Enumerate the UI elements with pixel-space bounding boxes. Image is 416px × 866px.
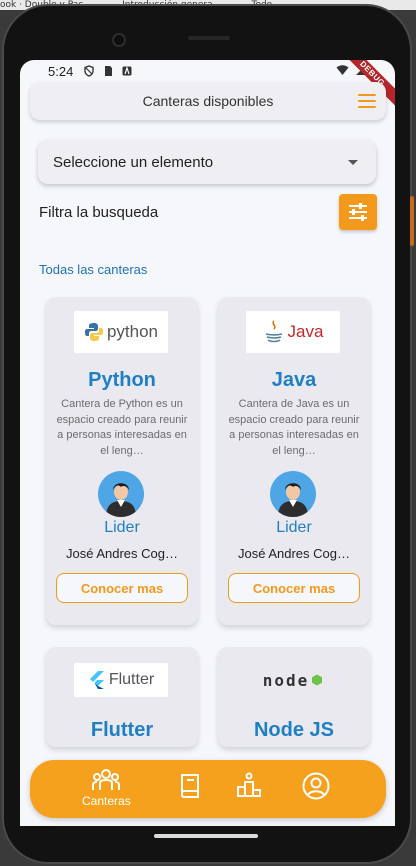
- leader-avatar: [98, 471, 144, 517]
- sim-card-icon: [105, 66, 113, 76]
- cantera-card-flutter[interactable]: Flutter Flutter: [46, 647, 198, 747]
- node-hexagon-icon: [312, 674, 323, 686]
- bottom-navigation-bar: Canteras: [30, 760, 386, 818]
- person-avatar-icon: [106, 483, 136, 517]
- filter-label: Filtra la busqueda: [39, 204, 159, 221]
- python-logo-text: python: [106, 322, 159, 341]
- nav-item-canteras[interactable]: Canteras: [82, 768, 131, 808]
- python-logo: python: [74, 311, 168, 353]
- java-logo-text: Java: [287, 322, 324, 341]
- caret-down-icon: [348, 160, 358, 165]
- group-icon: [92, 769, 121, 790]
- nav-item-ranking[interactable]: [236, 772, 262, 798]
- nav-label: Canteras: [82, 794, 131, 808]
- dropdown-placeholder: Seleccione un elemento: [53, 153, 214, 171]
- filter-button[interactable]: [339, 194, 377, 230]
- nav-item-profile[interactable]: [302, 772, 330, 800]
- cantera-card-nodejs[interactable]: node Node JS: [218, 647, 370, 747]
- flutter-logo: Flutter: [74, 663, 168, 697]
- podium-icon: [237, 772, 261, 797]
- java-logo: Java: [246, 311, 340, 353]
- phone-frame: 5:24 DEBUG Canteras disponibles Seleccio…: [2, 4, 414, 864]
- card-title: Java: [271, 369, 317, 391]
- card-title: Python: [88, 369, 156, 391]
- person-avatar-icon: [278, 483, 308, 517]
- cantera-card-java[interactable]: Java Java Cantera de Java es un espacio …: [218, 297, 370, 625]
- shield-icon: [84, 65, 95, 77]
- app-bar: Canteras disponibles: [30, 82, 386, 120]
- account-circle-icon: [302, 772, 330, 800]
- leader-name: José Andres Cog…: [65, 546, 178, 561]
- role-label: Lider: [276, 519, 312, 536]
- section-title: Todas las canteras: [39, 262, 148, 277]
- card-title: Node JS: [253, 719, 335, 741]
- node-logo: node: [246, 663, 340, 697]
- flutter-logo-icon: [89, 671, 104, 689]
- status-time: 5:24: [48, 63, 74, 79]
- wifi-icon: [336, 65, 349, 75]
- element-select-dropdown[interactable]: Seleccione un elemento: [38, 140, 376, 184]
- home-gesture-bar[interactable]: [154, 834, 258, 838]
- cantera-card-python[interactable]: python Python Cantera de Python es un es…: [46, 297, 198, 625]
- role-label: Lider: [104, 519, 140, 536]
- card-description: Cantera de Python es un espacio creado p…: [56, 398, 188, 457]
- page-title: Canteras disponibles: [142, 93, 274, 109]
- nav-item-book[interactable]: [178, 773, 202, 799]
- card-description: Cantera de Java es un espacio creado par…: [228, 398, 360, 457]
- earpiece-speaker: [188, 36, 230, 40]
- power-button: [410, 196, 414, 246]
- java-cup-icon: [265, 320, 282, 343]
- card-title: Flutter: [90, 719, 154, 741]
- book-icon: [181, 774, 199, 798]
- learn-more-button[interactable]: Conocer mas: [56, 573, 188, 603]
- app-screen: 5:24 DEBUG Canteras disponibles Seleccio…: [20, 60, 395, 826]
- tune-sliders-icon: [349, 203, 367, 221]
- learn-more-button[interactable]: Conocer mas: [228, 573, 360, 603]
- leader-avatar: [270, 471, 316, 517]
- python-logo-icon: [84, 323, 103, 341]
- node-logo-text: node: [262, 670, 310, 690]
- status-bar: 5:24 DEBUG: [20, 60, 395, 111]
- flutter-logo-text: Flutter: [108, 671, 155, 688]
- leader-name: José Andres Cog…: [237, 546, 350, 561]
- app-notification-icon: [122, 66, 132, 76]
- hamburger-menu-icon[interactable]: [358, 94, 376, 108]
- front-camera: [112, 33, 126, 47]
